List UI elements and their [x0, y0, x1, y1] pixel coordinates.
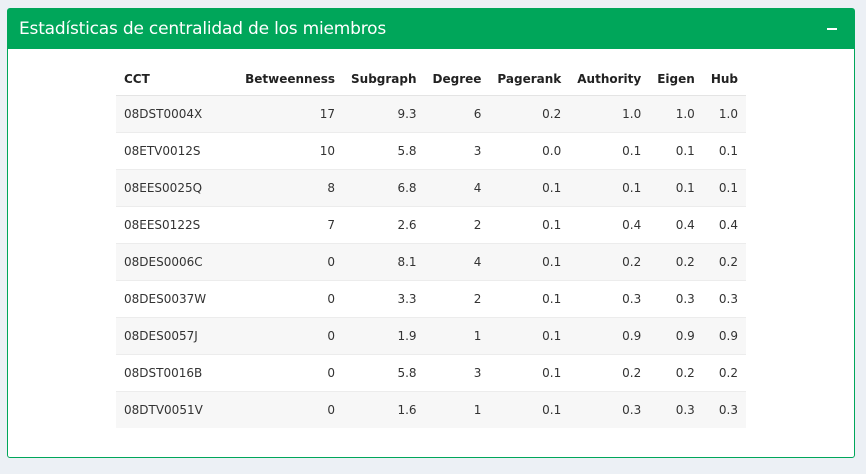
cell-authority: 0.1 [569, 169, 650, 207]
cell-subgraph: 5.8 [343, 354, 425, 392]
cell-hub: 1.0 [702, 95, 746, 133]
table-row: 08DES0037W 0 3.3 2 0.1 0.3 0.3 0.3 [116, 280, 746, 318]
collapse-button[interactable] [822, 19, 842, 39]
cell-subgraph: 6.8 [343, 169, 425, 207]
cell-hub: 0.2 [702, 243, 746, 281]
cell-pagerank: 0.2 [489, 95, 570, 133]
cell-cct: 08EES0122S [116, 206, 238, 244]
table-row: 08ETV0012S 10 5.8 3 0.0 0.1 0.1 0.1 [116, 132, 746, 170]
cell-degree: 1 [424, 317, 490, 355]
cell-subgraph: 1.6 [343, 391, 425, 428]
cell-eigen: 0.2 [649, 354, 703, 392]
table-row: 08DST0004X 17 9.3 6 0.2 1.0 1.0 1.0 [116, 95, 746, 133]
column-header-degree[interactable]: Degree [424, 63, 490, 96]
cell-cct: 08DES0037W [116, 280, 238, 318]
cell-eigen: 0.2 [649, 243, 703, 281]
cell-hub: 0.3 [702, 280, 746, 318]
cell-betweenness: 0 [237, 391, 344, 428]
cell-betweenness: 7 [237, 206, 344, 244]
table-header-row: CCT Betweenness Subgraph Degree Pagerank… [116, 63, 746, 96]
cell-pagerank: 0.1 [489, 206, 570, 244]
cell-cct: 08DES0057J [116, 317, 238, 355]
column-header-subgraph[interactable]: Subgraph [343, 63, 425, 96]
column-header-eigen[interactable]: Eigen [649, 63, 703, 96]
cell-cct: 08DST0004X [116, 95, 238, 133]
minus-icon [827, 28, 837, 30]
cell-authority: 0.2 [569, 354, 650, 392]
cell-subgraph: 2.6 [343, 206, 425, 244]
cell-authority: 1.0 [569, 95, 650, 133]
cell-hub: 0.2 [702, 354, 746, 392]
table-row: 08DES0057J 0 1.9 1 0.1 0.9 0.9 0.9 [116, 317, 746, 355]
cell-hub: 0.9 [702, 317, 746, 355]
cell-degree: 1 [424, 391, 490, 428]
cell-cct: 08ETV0012S [116, 132, 238, 170]
cell-cct: 08DTV0051V [116, 391, 238, 428]
panel-header: Estadísticas de centralidad de los miemb… [8, 9, 854, 49]
cell-eigen: 1.0 [649, 95, 703, 133]
cell-subgraph: 9.3 [343, 95, 425, 133]
cell-pagerank: 0.1 [489, 280, 570, 318]
table-row: 08DTV0051V 0 1.6 1 0.1 0.3 0.3 0.3 [116, 391, 746, 428]
cell-eigen: 0.4 [649, 206, 703, 244]
cell-degree: 3 [424, 132, 490, 170]
cell-degree: 3 [424, 354, 490, 392]
cell-eigen: 0.3 [649, 391, 703, 428]
cell-betweenness: 0 [237, 317, 344, 355]
cell-degree: 2 [424, 280, 490, 318]
column-header-cct[interactable]: CCT [116, 63, 238, 96]
cell-subgraph: 1.9 [343, 317, 425, 355]
cell-hub: 0.4 [702, 206, 746, 244]
cell-authority: 0.9 [569, 317, 650, 355]
cell-betweenness: 0 [237, 354, 344, 392]
column-header-hub[interactable]: Hub [702, 63, 746, 96]
cell-degree: 2 [424, 206, 490, 244]
column-header-pagerank[interactable]: Pagerank [489, 63, 570, 96]
cell-pagerank: 0.1 [489, 391, 570, 428]
table-body: 08DST0004X 17 9.3 6 0.2 1.0 1.0 1.0 08ETV0012S 10… [116, 95, 746, 428]
cell-degree: 4 [424, 169, 490, 207]
cell-hub: 0.1 [702, 169, 746, 207]
cell-betweenness: 8 [237, 169, 344, 207]
cell-hub: 0.1 [702, 132, 746, 170]
cell-subgraph: 8.1 [343, 243, 425, 281]
column-header-authority[interactable]: Authority [569, 63, 650, 96]
table-row: 08DES0006C 0 8.1 4 0.1 0.2 0.2 0.2 [116, 243, 746, 281]
cell-cct: 08EES0025Q [116, 169, 238, 207]
cell-authority: 0.3 [569, 391, 650, 428]
cell-cct: 08DES0006C [116, 243, 238, 281]
cell-pagerank: 0.1 [489, 169, 570, 207]
cell-betweenness: 0 [237, 280, 344, 318]
column-header-betweenness[interactable]: Betweenness [237, 63, 344, 96]
cell-hub: 0.3 [702, 391, 746, 428]
cell-eigen: 0.3 [649, 280, 703, 318]
cell-eigen: 0.1 [649, 132, 703, 170]
cell-eigen: 0.1 [649, 169, 703, 207]
cell-cct: 08DST0016B [116, 354, 238, 392]
table-row: 08EES0122S 7 2.6 2 0.1 0.4 0.4 0.4 [116, 206, 746, 244]
cell-degree: 4 [424, 243, 490, 281]
centrality-table: CCT Betweenness Subgraph Degree Pagerank… [116, 63, 746, 428]
cell-pagerank: 0.1 [489, 243, 570, 281]
cell-betweenness: 10 [237, 132, 344, 170]
table-row: 08EES0025Q 8 6.8 4 0.1 0.1 0.1 0.1 [116, 169, 746, 207]
cell-subgraph: 3.3 [343, 280, 425, 318]
cell-eigen: 0.9 [649, 317, 703, 355]
cell-subgraph: 5.8 [343, 132, 425, 170]
cell-betweenness: 0 [237, 243, 344, 281]
table-row: 08DST0016B 0 5.8 3 0.1 0.2 0.2 0.2 [116, 354, 746, 392]
cell-degree: 6 [424, 95, 490, 133]
cell-pagerank: 0.0 [489, 132, 570, 170]
cell-authority: 0.2 [569, 243, 650, 281]
cell-authority: 0.4 [569, 206, 650, 244]
cell-pagerank: 0.1 [489, 354, 570, 392]
centrality-panel: Estadísticas de centralidad de los miemb… [7, 8, 855, 458]
cell-betweenness: 17 [237, 95, 344, 133]
cell-authority: 0.3 [569, 280, 650, 318]
cell-pagerank: 0.1 [489, 317, 570, 355]
panel-title: Estadísticas de centralidad de los miemb… [19, 19, 387, 39]
cell-authority: 0.1 [569, 132, 650, 170]
